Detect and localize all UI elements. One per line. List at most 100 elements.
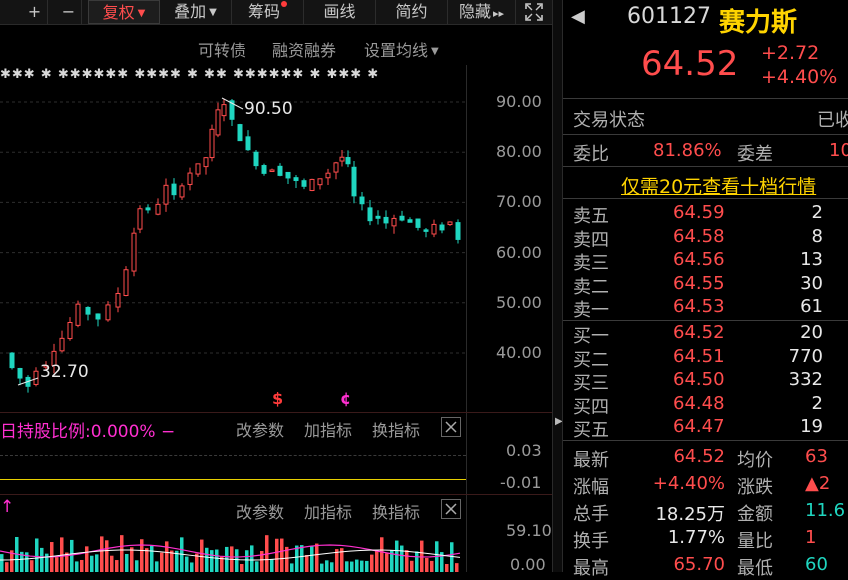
candle-body xyxy=(253,151,259,167)
level10-promo-link[interactable]: 仅需20元查看十档行情 xyxy=(621,172,816,199)
candle-body xyxy=(399,215,405,221)
stat-label: 总手 xyxy=(573,504,609,525)
price-tick: 90.00 xyxy=(496,92,542,111)
volume-chart[interactable] xyxy=(0,525,466,572)
chouma-button[interactable]: 筹码 xyxy=(232,0,304,24)
zoom-out-button[interactable]: − xyxy=(56,0,82,24)
stock-name: 赛力斯 xyxy=(719,8,798,38)
status-value: 已收 xyxy=(817,110,848,131)
volume-bar xyxy=(35,538,39,572)
indicator1-gaicanshu-button[interactable]: 改参数 xyxy=(236,417,284,441)
candle-body xyxy=(325,172,331,179)
stat-value: +4.40% xyxy=(652,473,725,494)
candlestick-chart[interactable] xyxy=(0,25,466,405)
candle-body xyxy=(301,180,307,187)
candle-body xyxy=(351,166,357,197)
volume-bar xyxy=(75,561,79,572)
stat-label: 金额 xyxy=(737,504,773,525)
stat-value: 63 xyxy=(805,446,828,467)
volume-bar xyxy=(165,541,169,572)
volume-bar xyxy=(315,543,319,572)
volume-bar xyxy=(155,561,159,572)
volume-bar xyxy=(160,552,164,572)
divider xyxy=(563,134,848,135)
event-marker-s[interactable]: $ xyxy=(272,389,283,408)
volume-bar xyxy=(370,554,374,572)
level-price: 64.55 xyxy=(673,272,725,294)
volume-bar xyxy=(305,555,309,572)
volume-bar xyxy=(280,538,284,572)
volume-bar xyxy=(210,550,214,572)
panel-divider xyxy=(0,412,552,413)
fuquan-dropdown[interactable]: 复权 ▼ xyxy=(88,0,160,24)
candle-body xyxy=(345,157,351,165)
candle-body xyxy=(155,203,161,215)
zoom-in-button[interactable]: + xyxy=(22,0,48,24)
indicator1-jiazhibiao-button[interactable]: 加指标 xyxy=(304,417,352,441)
volume-bar xyxy=(100,536,104,572)
yincang-label: 隐藏 xyxy=(458,2,491,21)
volume-bar xyxy=(105,540,109,572)
level-label: 卖一 xyxy=(573,300,609,322)
volume-bar xyxy=(455,563,459,572)
volume-bar xyxy=(170,550,174,572)
event-marker-c[interactable]: ¢ xyxy=(340,389,351,408)
level-price: 64.48 xyxy=(673,392,725,414)
indicator2-jiazhibiao-button[interactable]: 加指标 xyxy=(304,499,352,523)
divider xyxy=(563,440,848,441)
candle-body xyxy=(431,223,437,235)
candle-body xyxy=(269,169,275,172)
stat-label: 量比 xyxy=(737,531,773,552)
level-label: 卖四 xyxy=(573,229,609,251)
price-tick: 60.00 xyxy=(496,243,542,262)
price-tick: 40.00 xyxy=(496,343,542,362)
candle-body xyxy=(285,171,291,179)
price-change-pct: +4.40% xyxy=(761,66,838,88)
candle-body xyxy=(195,163,201,175)
level-price: 64.53 xyxy=(673,296,725,318)
candle-body xyxy=(67,322,73,340)
candle-body xyxy=(105,304,111,321)
candle-body xyxy=(59,337,65,352)
candle-body xyxy=(203,157,209,168)
level-volume: 770 xyxy=(788,345,823,367)
indicator2-huanzhibiao-button[interactable]: 换指标 xyxy=(372,499,420,523)
indicator1-huanzhibiao-button[interactable]: 换指标 xyxy=(372,417,420,441)
volume-bar xyxy=(85,546,89,572)
indicator1-line xyxy=(0,479,466,480)
volume-bar xyxy=(345,561,349,572)
indicator2-axis-bottom: 0.00 xyxy=(510,555,546,574)
volume-bar xyxy=(450,542,454,572)
diejia-dropdown[interactable]: 叠加 ▼ xyxy=(160,0,232,24)
candle-body xyxy=(115,292,121,308)
candle-body xyxy=(391,217,397,227)
stock-code: 601127 xyxy=(627,4,711,29)
jianyue-button[interactable]: 简约 xyxy=(376,0,448,24)
notification-dot-icon xyxy=(281,1,287,7)
gridline xyxy=(0,455,466,456)
level-volume: 2 xyxy=(811,392,823,414)
candle-body xyxy=(423,229,429,232)
fullscreen-icon[interactable] xyxy=(518,0,550,24)
indicator2-close-icon[interactable] xyxy=(441,499,461,519)
yincang-button[interactable]: 隐藏 ▸▸ xyxy=(448,0,516,24)
level-volume: 19 xyxy=(800,416,823,438)
volume-bar xyxy=(240,563,244,572)
stat-value: 11.6 xyxy=(805,500,846,521)
volume-bar xyxy=(55,557,59,572)
volume-bar xyxy=(250,545,254,572)
candle-body xyxy=(293,177,299,182)
indicator1-close-icon[interactable] xyxy=(441,417,461,437)
level-label: 买二 xyxy=(573,349,609,371)
level-price: 64.56 xyxy=(673,249,725,271)
indicator2-gaicanshu-button[interactable]: 改参数 xyxy=(236,499,284,523)
volume-bar xyxy=(95,554,99,572)
huaxian-button[interactable]: 画线 xyxy=(304,0,376,24)
candle-body xyxy=(455,222,461,240)
back-arrow-icon[interactable]: ◀ xyxy=(571,6,585,27)
volume-bar xyxy=(255,561,259,572)
volume-bar xyxy=(215,549,219,572)
quote-panel: ◀ 601127 赛力斯 64.52 +2.72 +4.40% 交易状态 已收 … xyxy=(562,0,848,579)
candle-body xyxy=(447,221,453,226)
candle-body xyxy=(75,303,81,326)
